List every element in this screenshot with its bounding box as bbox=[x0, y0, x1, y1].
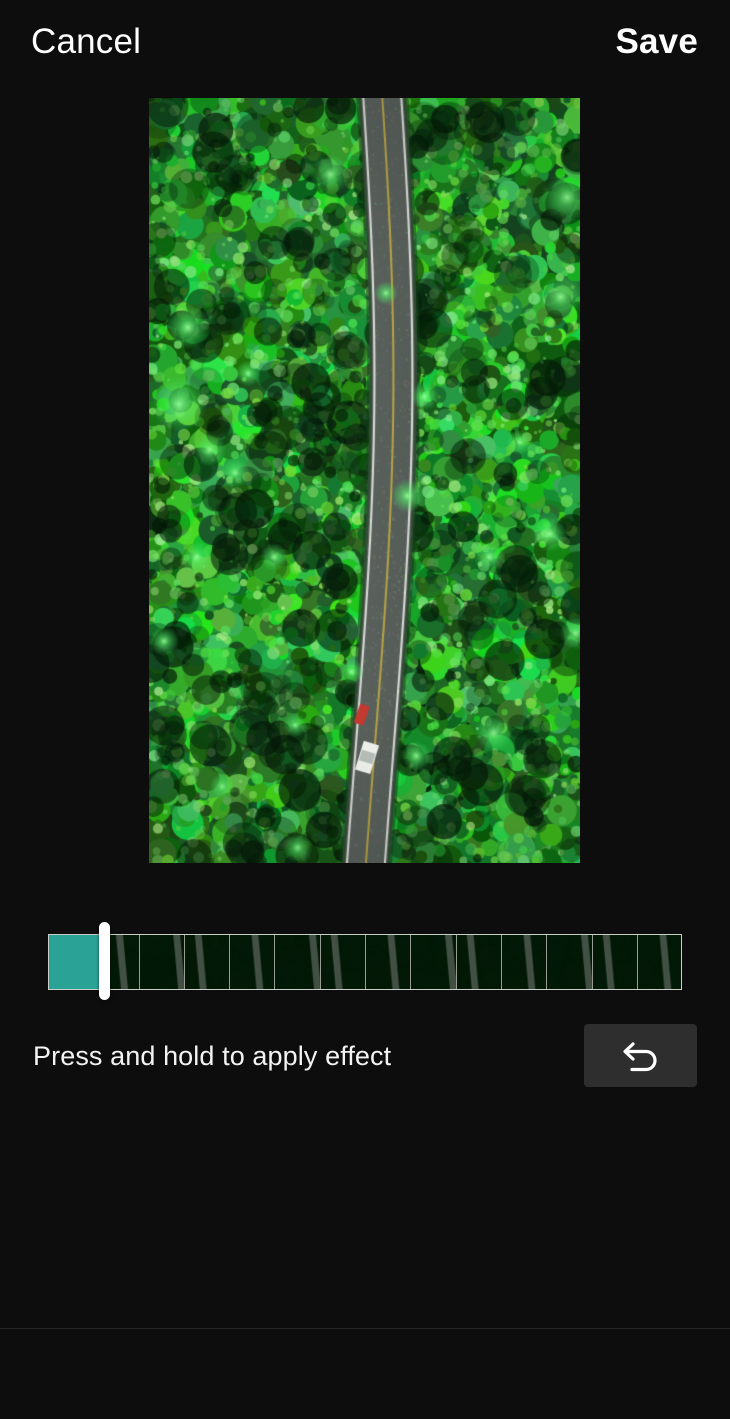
cancel-button[interactable]: Cancel bbox=[31, 22, 141, 62]
save-button[interactable]: Save bbox=[615, 22, 698, 62]
effects-carousel[interactable] bbox=[0, 1124, 730, 1324]
timeline-frame bbox=[456, 935, 502, 989]
timeline-frame bbox=[411, 935, 457, 989]
undo-arrow-icon bbox=[620, 1037, 662, 1075]
timeline-frame bbox=[184, 935, 231, 989]
timeline-frame bbox=[366, 935, 412, 989]
video-preview[interactable] bbox=[149, 98, 580, 863]
timeline-frame bbox=[547, 935, 593, 989]
timeline-frame bbox=[592, 935, 638, 989]
undo-button[interactable] bbox=[584, 1024, 697, 1087]
timeline-scrubber[interactable] bbox=[48, 922, 682, 1000]
timeline-frame bbox=[320, 935, 367, 989]
timeline-frame bbox=[230, 935, 276, 989]
video-preview-canvas bbox=[149, 98, 580, 863]
effects-category-tabbar bbox=[0, 1329, 730, 1419]
top-action-bar: Cancel Save bbox=[0, 0, 730, 90]
apply-effect-hint-text: Press and hold to apply effect bbox=[33, 1041, 392, 1071]
timeline-frame bbox=[637, 935, 681, 989]
timeline-frame bbox=[139, 935, 185, 989]
timeline-playhead[interactable] bbox=[98, 922, 110, 1000]
timeline-frame bbox=[275, 935, 321, 989]
timeline-frame-strip bbox=[49, 935, 681, 989]
timeline-frame bbox=[501, 935, 548, 989]
timeline-track[interactable] bbox=[48, 934, 682, 990]
timeline-effect-segment[interactable] bbox=[49, 935, 107, 989]
